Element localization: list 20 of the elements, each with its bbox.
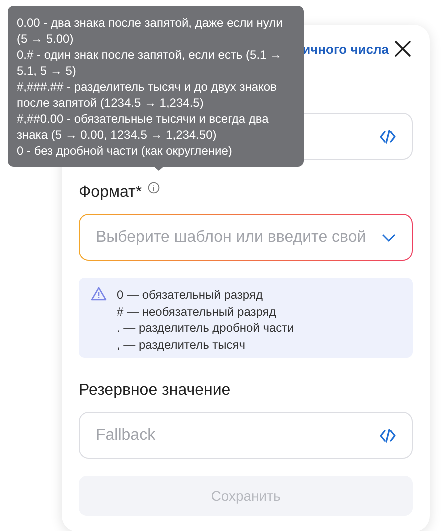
format-select-field[interactable]: Выберите шаблон или введите свой — [79, 214, 413, 261]
hint-text: , — разделитель тысяч — [117, 336, 247, 353]
tooltip-text: #,###.## - разделитель тысяч и до двух знаков после запятой (1234.5 → 1,234.5) — [17, 79, 278, 111]
close-button[interactable] — [393, 39, 413, 59]
code-icon[interactable] — [380, 428, 396, 442]
warning-icon — [91, 287, 107, 301]
info-icon[interactable] — [148, 182, 160, 194]
chevron-down-icon — [382, 234, 396, 242]
code-icon[interactable] — [380, 130, 396, 144]
tooltip-text: 0.# - один знак после запятой, если есть (5.1 → 5.1, 5 → 5) — [17, 47, 284, 79]
dialog-title: ичного числа — [302, 42, 389, 56]
tooltip-text: 0.00 - два знака после запятой, даже если нули (5 → 5.00) — [17, 15, 284, 47]
tooltip-text: #,##0.00 - обязательные тысячи и всегда два знака (5 → 0.00, 1234.5 → 1,234.50) — [17, 111, 270, 143]
field-label: Резервное значение — [79, 382, 231, 400]
hint-text: . — разделитель дробной части — [117, 320, 294, 336]
hint-text: # — необязательный разряд — [117, 304, 278, 320]
hint-text: 0 — обязательный разряд — [117, 287, 264, 304]
tooltip-text: 0 - без дробной части (как округление) — [17, 143, 234, 159]
fallback-input-field[interactable]: Fallback — [79, 412, 413, 459]
field-label: Формат* — [79, 184, 142, 202]
